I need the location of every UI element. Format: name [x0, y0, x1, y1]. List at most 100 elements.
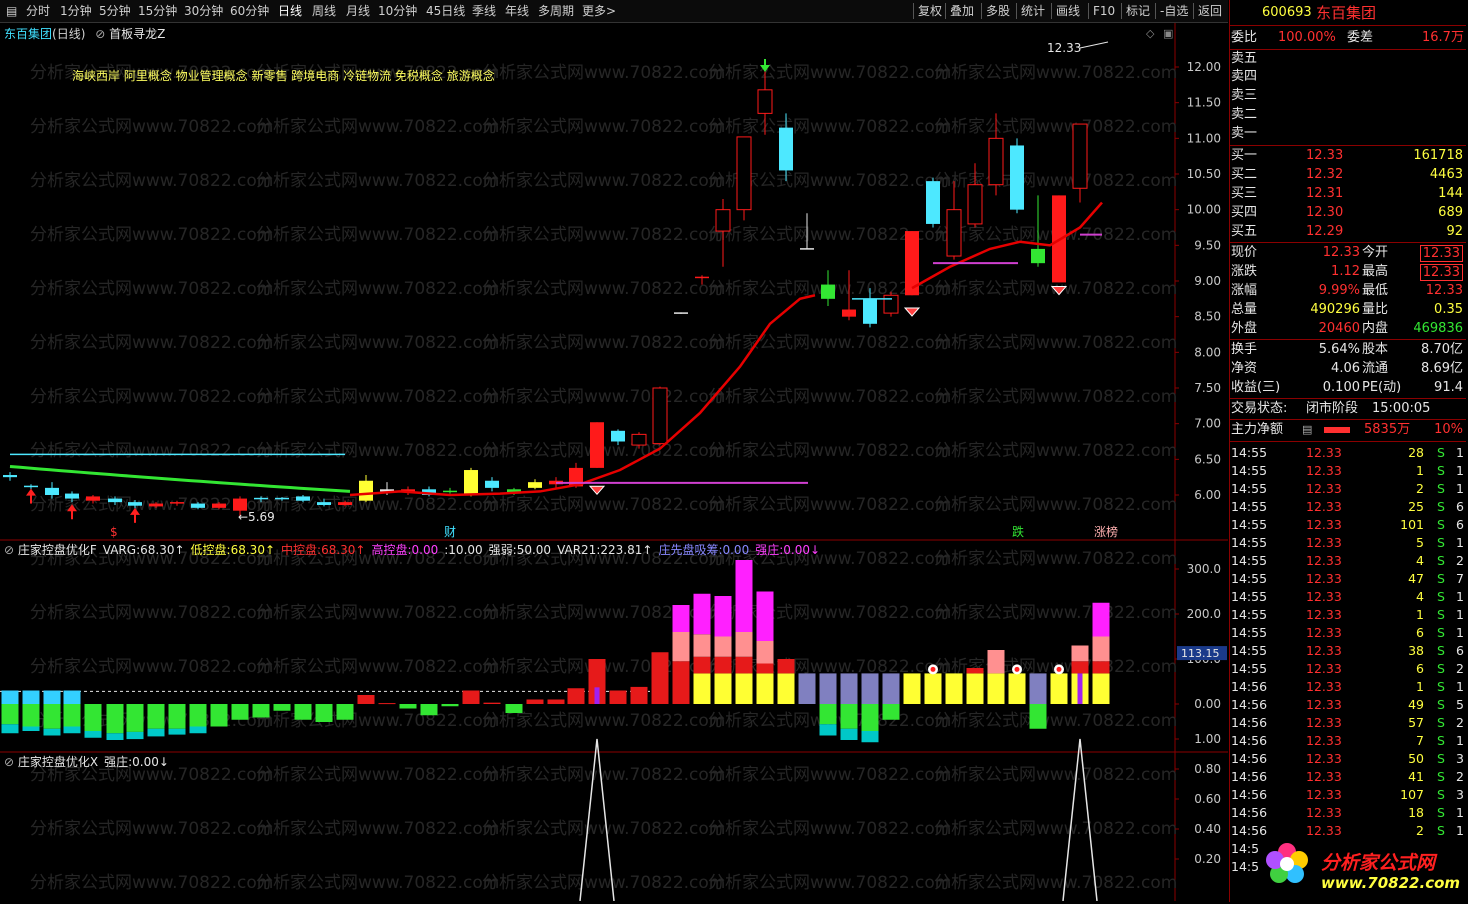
- quote-value: 9.99%: [1318, 283, 1360, 298]
- tick-volume: 28: [1408, 445, 1424, 460]
- watermark-text: 分析家公式网www.70822.com: [30, 279, 273, 299]
- candle: [443, 487, 457, 494]
- toolbar-separator: [1016, 3, 1017, 19]
- toolbar-right-item-6[interactable]: 标记: [1126, 0, 1150, 22]
- pane2-bar: [210, 704, 228, 727]
- toolbar-item-0[interactable]: 分时: [26, 0, 50, 22]
- net-flow-row[interactable]: 主力净额 ▤ 5835万 10%: [1230, 421, 1466, 439]
- chart-area[interactable]: 分析家公式网www.70822.com 分析家公式网www.70822.com 分析…: [0, 23, 1228, 902]
- pane2-tick-label: 200.0: [1187, 607, 1221, 621]
- pane2-bar: [714, 596, 732, 704]
- toolbar-item-2[interactable]: 5分钟: [99, 0, 131, 22]
- pane2-bar: [420, 704, 438, 716]
- divider: [1230, 419, 1466, 420]
- toolbar-right-item-4[interactable]: 画线: [1056, 0, 1080, 22]
- divider: [1230, 242, 1466, 243]
- toolbar-right-item-1[interactable]: 叠加: [950, 0, 974, 22]
- watermark-text: 分析家公式网www.70822.com: [482, 225, 725, 245]
- toolbar-right-item-0[interactable]: 复权: [918, 0, 942, 22]
- candle: [1010, 138, 1024, 214]
- toolbar-item-4[interactable]: 30分钟: [184, 0, 223, 22]
- tick-row: 14:56 12.33 49 S 5: [1230, 696, 1466, 714]
- price-tick-label: 9.00: [1194, 274, 1221, 288]
- pane2-item-value: 223.81: [600, 543, 643, 557]
- watermark-text: 分析家公式网www.70822.com: [708, 333, 951, 353]
- toolbar-right-item-8[interactable]: 返回: [1198, 0, 1222, 22]
- tick-side: S: [1437, 445, 1445, 460]
- net-list-icon: ▤: [1302, 423, 1313, 436]
- pane2-bar: [273, 704, 291, 711]
- quote-label: 外盘: [1231, 321, 1258, 336]
- pane2-item-label: 高控盘:: [371, 543, 412, 557]
- toolbar-item-1[interactable]: 1分钟: [60, 0, 92, 22]
- toolbar-right-item-3[interactable]: 统计: [1021, 0, 1045, 22]
- divider: [1230, 145, 1466, 146]
- pane3-name: 庄家控盘优化X: [17, 755, 99, 769]
- tick-volume: 6: [1416, 625, 1424, 640]
- price-tick-label: 11.50: [1187, 96, 1221, 110]
- watermark-text: 分析家公式网www.70822.com: [482, 873, 725, 893]
- chart-settings-icon[interactable]: ◇: [1146, 27, 1155, 40]
- pane2-bar: [357, 695, 375, 704]
- logo-url: www.70822.com: [1321, 874, 1461, 892]
- tick-time: 14:55: [1231, 499, 1268, 514]
- pane2-item-value: 68.30: [140, 543, 175, 557]
- toolbar-item-7[interactable]: 周线: [312, 0, 336, 22]
- tick-price: 12.33: [1306, 805, 1342, 820]
- tick-price: 12.33: [1306, 589, 1342, 604]
- pane2-bar: [588, 659, 606, 704]
- pane2-bar: [630, 686, 648, 704]
- toolbar-item-5[interactable]: 60分钟: [230, 0, 269, 22]
- tick-time: 14:56: [1231, 751, 1268, 766]
- tick-side: S: [1437, 679, 1445, 694]
- watermark-text: 分析家公式网www.70822.com: [482, 765, 725, 785]
- toolbar-right-item-5[interactable]: F10: [1093, 0, 1115, 22]
- weicha-value: 16.7万: [1422, 30, 1464, 45]
- indicator-toggle-icon[interactable]: ⊘: [95, 27, 105, 41]
- watermark-text: 分析家公式网www.70822.com: [482, 171, 725, 191]
- toolbar-separator: [981, 3, 982, 19]
- sell-level-row: 卖二: [1230, 106, 1466, 124]
- pane2-bar: [672, 605, 690, 704]
- toolbar-item-8[interactable]: 月线: [346, 0, 370, 22]
- toolbar-item-14[interactable]: 更多>: [582, 0, 616, 22]
- period-toolbar: 分时 1分钟 5分钟 15分钟 30分钟 60分钟 日线 周线 月线 10分钟 45日线 季线 年线 多周…: [0, 0, 1228, 23]
- pane2-item-value: 68.30: [321, 543, 356, 557]
- watermark-text: 分析家公式网www.70822.com: [708, 117, 951, 137]
- indicator-name[interactable]: 首板寻龙Z: [109, 27, 165, 41]
- tick-price: 12.33: [1306, 787, 1342, 802]
- fundamental-row: 净资 4.06 流通 8.69亿: [1230, 360, 1466, 378]
- low-price-marker: ←5.69: [238, 510, 275, 524]
- toolbar-item-13[interactable]: 多周期: [538, 0, 574, 22]
- pane2-bar: [22, 690, 40, 731]
- watermark-text: 分析家公式网www.70822.com: [256, 333, 499, 353]
- pane2-bar: [168, 704, 186, 735]
- grid-icon[interactable]: ▤: [6, 0, 17, 22]
- fundamental-row: 换手 5.64% 股本 8.70亿: [1230, 341, 1466, 359]
- chart-canvas[interactable]: 分析家公式网www.70822.com分析家公式网www.70822.com分析…: [0, 23, 1228, 902]
- high-price-pointer: [1079, 41, 1109, 49]
- toolbar-item-9[interactable]: 10分钟: [378, 0, 417, 22]
- buy-volume: 161718: [1413, 148, 1463, 163]
- toolbar-right-item-7[interactable]: -自选: [1160, 0, 1188, 22]
- tick-row: 14:56 12.33 1 S 1: [1230, 678, 1466, 696]
- toolbar-item-11[interactable]: 季线: [472, 0, 496, 22]
- toolbar-item-12[interactable]: 年线: [505, 0, 529, 22]
- toolbar-right-item-2[interactable]: 多股: [986, 0, 1010, 22]
- tick-count: 2: [1456, 769, 1464, 784]
- tick-row: 14:55 12.33 25 S 6: [1230, 498, 1466, 516]
- toolbar-separator: [1193, 3, 1194, 19]
- tick-time: 14:56: [1231, 733, 1268, 748]
- candle: [946, 181, 962, 260]
- chart-maximize-icon[interactable]: ▣: [1163, 27, 1173, 40]
- toolbar-item-6[interactable]: 日线: [278, 0, 302, 22]
- event-label: 跌: [1012, 524, 1024, 539]
- candle: [3, 472, 17, 481]
- toolbar-item-10[interactable]: 45日线: [426, 0, 465, 22]
- toolbar-item-3[interactable]: 15分钟: [138, 0, 177, 22]
- price-tick-label: 7.50: [1194, 381, 1221, 395]
- watermark-text: 分析家公式网www.70822.com: [256, 765, 499, 785]
- divider: [1230, 339, 1466, 340]
- candle: [736, 136, 752, 221]
- tick-count: 7: [1456, 571, 1464, 586]
